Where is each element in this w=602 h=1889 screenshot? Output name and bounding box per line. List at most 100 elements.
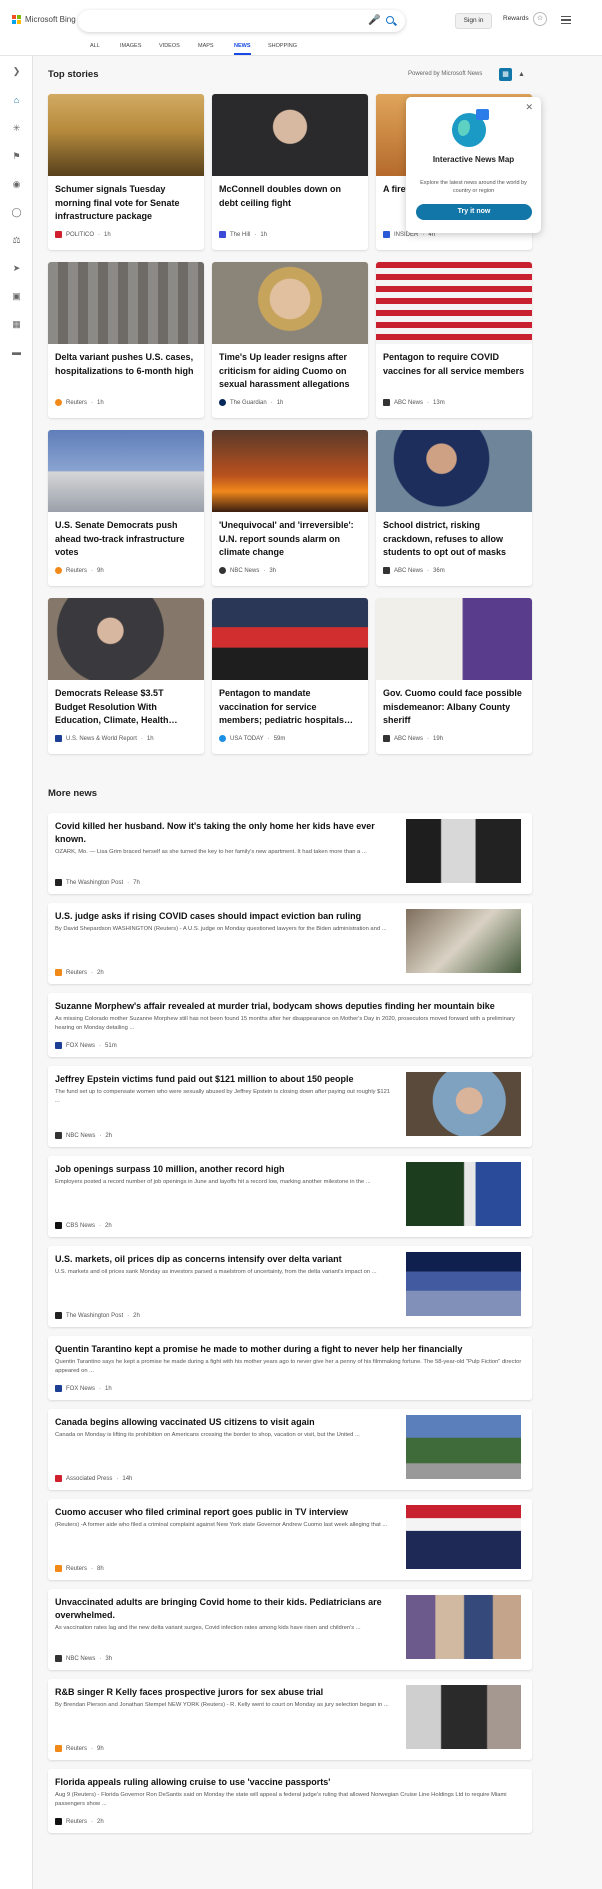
- separator: ·: [116, 1475, 119, 1482]
- building-icon[interactable]: ▦: [10, 318, 23, 331]
- story-card[interactable]: Delta variant pushes U.S. cases, hospita…: [48, 262, 204, 418]
- story-title[interactable]: School district, risking crackdown, refu…: [383, 519, 525, 560]
- story-title[interactable]: 'Unequivocal' and 'irreversible': U.N. r…: [219, 519, 361, 560]
- tab-shopping[interactable]: SHOPPING: [268, 41, 297, 55]
- story-title[interactable]: Delta variant pushes U.S. cases, hospita…: [55, 351, 197, 378]
- story-title[interactable]: McConnell doubles down on debt ceiling f…: [219, 183, 361, 210]
- tab-videos[interactable]: VIDEOS: [159, 41, 180, 55]
- sign-in-button[interactable]: Sign in: [455, 13, 492, 29]
- story-card[interactable]: U.S. Senate Democrats push ahead two-tra…: [48, 430, 204, 586]
- story-card[interactable]: 'Unequivocal' and 'irreversible': U.N. r…: [212, 430, 368, 586]
- news-thumbnail[interactable]: [406, 1162, 521, 1226]
- search-input[interactable]: 🎤: [78, 10, 405, 32]
- news-thumbnail[interactable]: [406, 1685, 521, 1749]
- separator: ·: [99, 1385, 102, 1392]
- separator: ·: [140, 735, 143, 742]
- flag-icon[interactable]: ⚑: [10, 150, 23, 163]
- news-title[interactable]: Cuomo accuser who filed criminal report …: [55, 1506, 395, 1519]
- grid-view-icon[interactable]: ▦: [499, 68, 512, 81]
- card-icon[interactable]: ▬: [10, 346, 23, 359]
- try-it-now-button[interactable]: Try it now: [416, 204, 532, 220]
- news-source: Reuters · 9h: [55, 1745, 104, 1752]
- rewards-trophy-icon[interactable]: ☆: [533, 12, 547, 26]
- source-logo-icon: [55, 735, 62, 742]
- news-title[interactable]: Suzanne Morphew's affair revealed at mur…: [55, 1000, 523, 1013]
- tab-maps[interactable]: MAPS: [198, 41, 214, 55]
- story-card[interactable]: Time's Up leader resigns after criticism…: [212, 262, 368, 418]
- rewards-link[interactable]: Rewards: [503, 15, 529, 22]
- search-icon[interactable]: [385, 15, 397, 27]
- film-icon[interactable]: ▣: [10, 290, 23, 303]
- news-title[interactable]: U.S. judge asks if rising COVID cases sh…: [55, 910, 395, 923]
- rocket-icon[interactable]: ➤: [10, 262, 23, 275]
- news-row[interactable]: Cuomo accuser who filed criminal report …: [48, 1499, 532, 1580]
- news-thumbnail[interactable]: [406, 909, 521, 973]
- story-card[interactable]: Gov. Cuomo could face possible misdemean…: [376, 598, 532, 754]
- story-title[interactable]: Pentagon to require COVID vaccines for a…: [383, 351, 525, 378]
- news-row[interactable]: U.S. markets, oil prices dip as concerns…: [48, 1246, 532, 1327]
- story-title[interactable]: Democrats Release $3.5T Budget Resolutio…: [55, 687, 197, 728]
- news-title[interactable]: Canada begins allowing vaccinated US cit…: [55, 1416, 395, 1429]
- story-card[interactable]: Pentagon to mandate vaccination for serv…: [212, 598, 368, 754]
- news-thumbnail[interactable]: [406, 819, 521, 883]
- menu-icon[interactable]: [561, 16, 571, 24]
- separator: ·: [91, 969, 94, 976]
- news-row[interactable]: Jeffrey Epstein victims fund paid out $1…: [48, 1066, 532, 1147]
- bing-logo[interactable]: Microsoft Bing: [12, 15, 76, 24]
- news-title[interactable]: Covid killed her husband. Now it's takin…: [55, 820, 395, 846]
- news-title[interactable]: Job openings surpass 10 million, another…: [55, 1163, 395, 1176]
- news-title[interactable]: Unvaccinated adults are bringing Covid h…: [55, 1596, 395, 1622]
- news-row[interactable]: Suzanne Morphew's affair revealed at mur…: [48, 993, 532, 1057]
- story-card[interactable]: McConnell doubles down on debt ceiling f…: [212, 94, 368, 250]
- separator: ·: [91, 1565, 94, 1572]
- story-title[interactable]: Pentagon to mandate vaccination for serv…: [219, 687, 361, 728]
- news-source: Reuters · 2h: [55, 1818, 104, 1825]
- globe-icon[interactable]: ◯: [10, 206, 23, 219]
- news-row[interactable]: R&B singer R Kelly faces prospective jur…: [48, 1679, 532, 1760]
- popup-description: Explore the latest news around the world…: [420, 180, 527, 194]
- news-row[interactable]: Covid killed her husband. Now it's takin…: [48, 813, 532, 894]
- news-time: 14h: [122, 1475, 133, 1482]
- story-card[interactable]: School district, risking crackdown, refu…: [376, 430, 532, 586]
- news-thumbnail[interactable]: [406, 1072, 521, 1136]
- news-title[interactable]: Quentin Tarantino kept a promise he made…: [55, 1343, 523, 1356]
- news-row[interactable]: Unvaccinated adults are bringing Covid h…: [48, 1589, 532, 1670]
- close-icon[interactable]: ✕: [525, 102, 533, 113]
- news-thumbnail[interactable]: [406, 1252, 521, 1316]
- map-view-icon[interactable]: ▲: [515, 68, 528, 81]
- story-title[interactable]: U.S. Senate Democrats push ahead two-tra…: [55, 519, 197, 560]
- news-row[interactable]: Canada begins allowing vaccinated US cit…: [48, 1409, 532, 1490]
- tab-images[interactable]: IMAGES: [120, 41, 141, 55]
- source-logo-icon: [55, 231, 62, 238]
- story-title[interactable]: Time's Up leader resigns after criticism…: [219, 351, 361, 392]
- news-source: FOX News · 1h: [55, 1385, 112, 1392]
- story-card[interactable]: Pentagon to require COVID vaccines for a…: [376, 262, 532, 418]
- news-thumbnail[interactable]: [406, 1505, 521, 1569]
- tab-all[interactable]: ALL: [90, 41, 100, 55]
- home-icon[interactable]: ⌂: [10, 94, 23, 107]
- news-row[interactable]: Job openings surpass 10 million, another…: [48, 1156, 532, 1237]
- news-map-popup: ✕ Interactive News Map Explore the lates…: [406, 97, 541, 233]
- microphone-icon[interactable]: 🎤: [368, 15, 380, 27]
- news-time: 1h: [105, 1385, 112, 1392]
- expand-icon[interactable]: ❯: [10, 65, 23, 78]
- news-row[interactable]: U.S. judge asks if rising COVID cases sh…: [48, 903, 532, 984]
- news-title[interactable]: R&B singer R Kelly faces prospective jur…: [55, 1686, 395, 1699]
- news-title[interactable]: Florida appeals ruling allowing cruise t…: [55, 1776, 523, 1789]
- news-title[interactable]: U.S. markets, oil prices dip as concerns…: [55, 1253, 395, 1266]
- source-logo-icon: [55, 567, 62, 574]
- location-icon[interactable]: ◉: [10, 178, 23, 191]
- news-thumbnail[interactable]: [406, 1595, 521, 1659]
- news-title[interactable]: Jeffrey Epstein victims fund paid out $1…: [55, 1073, 395, 1086]
- news-thumbnail[interactable]: [406, 1415, 521, 1479]
- story-card[interactable]: Schumer signals Tuesday morning final vo…: [48, 94, 204, 250]
- source-name: ABC News: [394, 735, 424, 742]
- story-card[interactable]: Democrats Release $3.5T Budget Resolutio…: [48, 598, 204, 754]
- tab-news[interactable]: NEWS: [234, 41, 251, 55]
- story-title[interactable]: Schumer signals Tuesday morning final vo…: [55, 183, 197, 224]
- scales-icon[interactable]: ⚖: [10, 234, 23, 247]
- story-title[interactable]: Gov. Cuomo could face possible misdemean…: [383, 687, 525, 728]
- news-row[interactable]: Quentin Tarantino kept a promise he made…: [48, 1336, 532, 1400]
- news-row[interactable]: Florida appeals ruling allowing cruise t…: [48, 1769, 532, 1833]
- coronavirus-icon[interactable]: ✳: [10, 122, 23, 135]
